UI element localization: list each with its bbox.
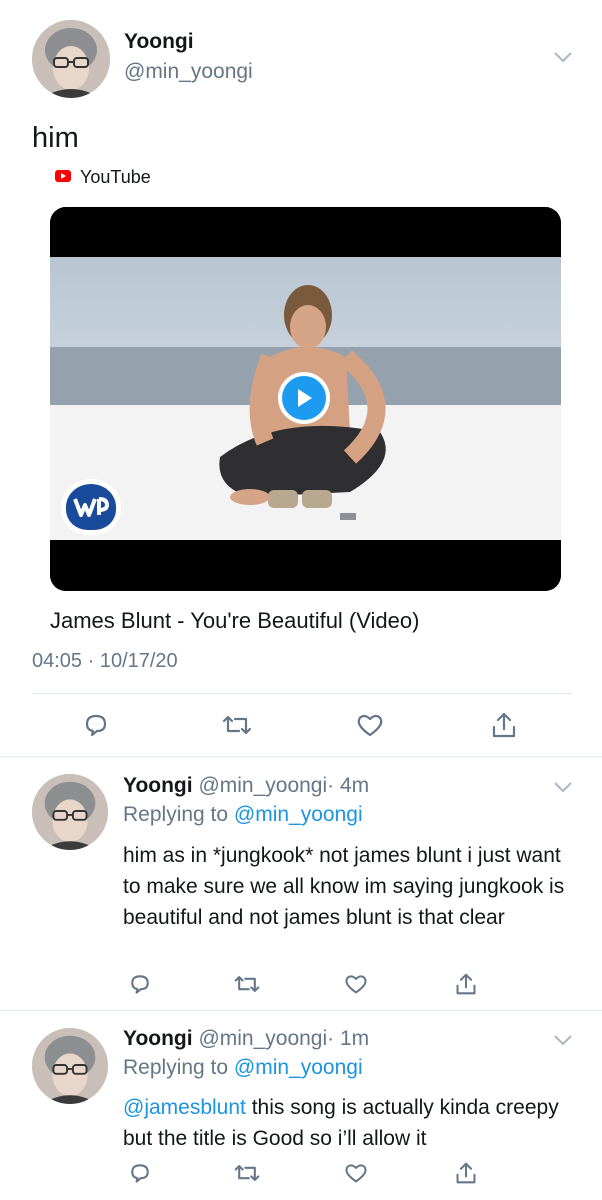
link-source[interactable]: YouTube xyxy=(80,167,151,188)
play-icon xyxy=(282,376,326,420)
play-button[interactable] xyxy=(278,372,330,424)
reply-text: @jamesblunt this song is actually kinda … xyxy=(123,1092,573,1154)
divider xyxy=(32,693,572,694)
youtube-icon xyxy=(55,170,71,182)
reply-icon xyxy=(131,975,149,994)
reply-age: · 1m xyxy=(327,1027,370,1050)
mention-link[interactable]: @jamesblunt xyxy=(123,1096,246,1119)
timestamp[interactable]: 04:05 · 10/17/20 xyxy=(32,650,178,673)
replying-label: Replying to xyxy=(123,803,229,826)
reply-header: Yoongi @min_yoongi· 4m xyxy=(123,774,369,798)
like-button[interactable] xyxy=(341,1158,371,1188)
section-divider xyxy=(0,756,602,757)
handle[interactable]: @min_yoongi xyxy=(198,1027,327,1050)
display-name[interactable]: Yoongi xyxy=(124,30,194,54)
retweet-icon xyxy=(234,976,260,992)
like-button[interactable] xyxy=(341,969,371,999)
reply-age: · 4m xyxy=(327,774,370,797)
card-title[interactable]: James Blunt - You're Beautiful (Video) xyxy=(50,608,419,634)
chevron-down-icon[interactable] xyxy=(552,1033,574,1047)
share-button[interactable] xyxy=(489,710,519,740)
display-name[interactable]: Yoongi xyxy=(123,1027,193,1050)
chevron-down-icon[interactable] xyxy=(552,50,574,64)
reply-button[interactable] xyxy=(125,1158,155,1188)
share-button[interactable] xyxy=(451,969,481,999)
retweet-button[interactable] xyxy=(232,1158,262,1188)
warner-logo xyxy=(61,479,121,535)
reply-icon xyxy=(85,714,107,737)
share-icon xyxy=(456,1162,476,1184)
avatar[interactable] xyxy=(32,1028,108,1104)
retweet-icon xyxy=(222,715,252,735)
reply-button[interactable] xyxy=(81,710,111,740)
chevron-down-icon[interactable] xyxy=(552,780,574,794)
replying-to: Replying to @min_yoongi xyxy=(123,1056,363,1080)
reply-button[interactable] xyxy=(125,969,155,999)
replying-label: Replying to xyxy=(123,1056,229,1079)
replying-to-link[interactable]: @min_yoongi xyxy=(234,1056,363,1079)
share-icon xyxy=(456,973,476,995)
replying-to-link[interactable]: @min_yoongi xyxy=(234,803,363,826)
avatar[interactable] xyxy=(32,774,108,850)
share-button[interactable] xyxy=(451,1158,481,1188)
like-icon xyxy=(345,975,367,994)
tweet-text: him xyxy=(32,122,79,154)
reply-text: him as in *jungkook* not james blunt i j… xyxy=(123,844,565,929)
replying-to: Replying to @min_yoongi xyxy=(123,803,363,827)
like-icon xyxy=(357,714,383,737)
retweet-button[interactable] xyxy=(222,710,252,740)
section-divider xyxy=(0,1010,602,1011)
retweet-button[interactable] xyxy=(232,969,262,999)
handle[interactable]: @min_yoongi xyxy=(198,774,327,797)
video-card[interactable] xyxy=(50,207,561,591)
retweet-icon xyxy=(234,1165,260,1181)
handle[interactable]: @min_yoongi xyxy=(124,60,253,84)
avatar[interactable] xyxy=(32,20,110,98)
share-icon xyxy=(492,712,516,738)
like-icon xyxy=(345,1164,367,1183)
reply-header: Yoongi @min_yoongi· 1m xyxy=(123,1027,369,1051)
like-button[interactable] xyxy=(355,710,385,740)
display-name[interactable]: Yoongi xyxy=(123,774,193,797)
reply-icon xyxy=(131,1164,149,1183)
